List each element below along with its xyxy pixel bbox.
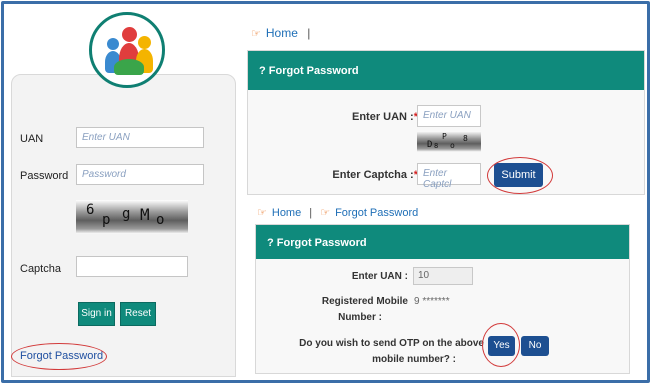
uan-input[interactable]: Enter UAN (76, 127, 204, 148)
breadcrumb: ☞ Home | ☞ Forgot Password (257, 206, 418, 219)
captcha-image: 6 p g M o (76, 200, 188, 234)
breadcrumb-separator: | (307, 26, 311, 40)
breadcrumb-home[interactable]: Home (266, 26, 298, 40)
mobile-number-value: 9 ******* (414, 296, 450, 307)
breadcrumb-forgot-password[interactable]: Forgot Password (335, 207, 418, 219)
captcha-input[interactable] (76, 256, 188, 277)
highlight-oval (482, 323, 520, 367)
registered-mobile-label: Registered Mobile (321, 296, 408, 307)
logo-head-icon (122, 27, 137, 42)
registered-mobile-label-2: Number : (338, 312, 382, 323)
otp-panel: ? Forgot Password Enter UAN : 10 Registe… (255, 224, 630, 374)
highlight-oval (11, 343, 107, 370)
password-input[interactable]: Password (76, 164, 204, 185)
reset-button[interactable]: Reset (120, 302, 156, 326)
hand-pointer-icon: ☞ (251, 28, 261, 40)
logo-person-icon (114, 59, 144, 75)
enter-uan-label: Enter UAN :* (351, 111, 418, 123)
panel-header: ? Forgot Password (248, 51, 644, 90)
captcha-label: Captcha (20, 263, 61, 275)
enter-uan-input[interactable]: Enter UAN (417, 105, 481, 127)
panel-header: ? Forgot Password (256, 225, 629, 259)
highlight-oval (487, 157, 553, 194)
enter-captcha-input[interactable]: Enter Captcl (417, 163, 481, 190)
no-button[interactable]: No (521, 336, 549, 356)
panel-title: Forgot Password (268, 65, 359, 77)
otp-question: Do you wish to send OTP on the above (299, 338, 484, 349)
hand-pointer-icon: ☞ (320, 207, 331, 219)
screenshot-frame: UAN Enter UAN Password Password 6 p g M … (1, 1, 650, 383)
breadcrumb-separator: | (309, 207, 313, 219)
captcha-image: D 8 P o 8 (417, 131, 481, 152)
logo-head-icon (138, 36, 151, 49)
logo-head-icon (107, 38, 119, 50)
password-label: Password (20, 170, 69, 182)
uan-value-field: 10 (413, 267, 473, 285)
breadcrumb-home[interactable]: Home (272, 207, 301, 219)
question-icon: ? (267, 237, 274, 249)
panel-title: Forgot Password (276, 237, 367, 249)
question-icon: ? (259, 65, 266, 77)
forgot-password-panel: ? Forgot Password Enter UAN :* Enter UAN… (247, 50, 645, 195)
breadcrumb: ☞ Home | (251, 26, 310, 40)
otp-question-2: mobile number? : (372, 354, 456, 365)
enter-captcha-label: Enter Captcha :* (332, 169, 418, 181)
sign-in-button[interactable]: Sign in (78, 302, 115, 326)
uan-label: UAN (20, 133, 44, 145)
enter-uan-label: Enter UAN : (351, 271, 408, 282)
epfo-logo (89, 12, 165, 88)
hand-pointer-icon: ☞ (257, 207, 267, 219)
login-panel: UAN Enter UAN Password Password 6 p g M … (11, 12, 236, 378)
